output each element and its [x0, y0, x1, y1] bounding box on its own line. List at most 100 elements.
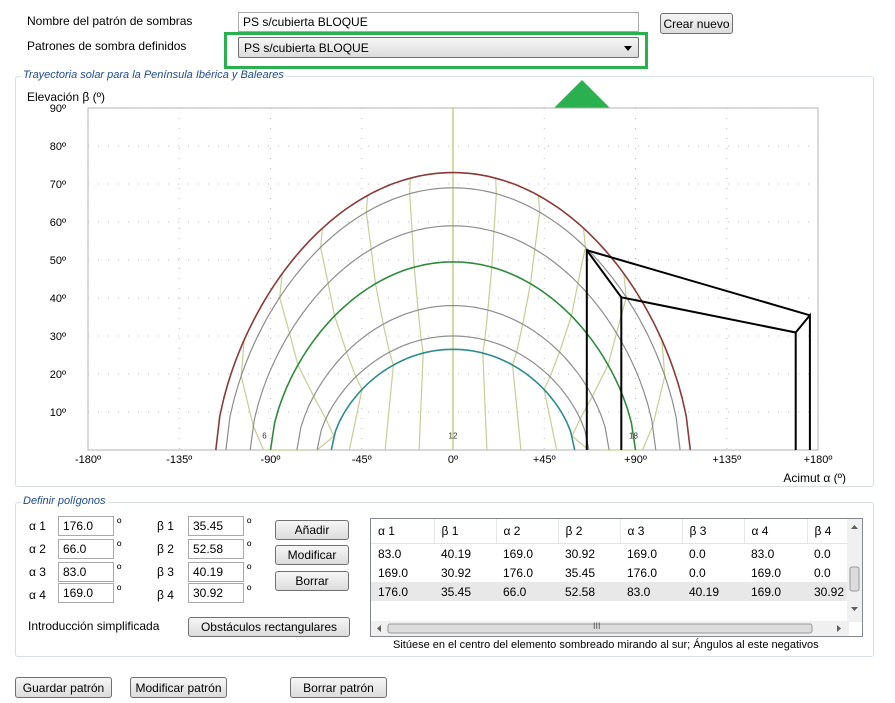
y-tick-label: 80º [50, 141, 66, 153]
alpha2-deg: º [117, 539, 122, 553]
table-cell: 40.19 [441, 546, 472, 561]
table-horizontal-scrollbar[interactable]: III [371, 621, 849, 636]
x-tick-label: +135º [712, 454, 741, 466]
beta3-input[interactable]: 40.19 [188, 562, 244, 582]
beta1-input[interactable]: 35.45 [188, 516, 244, 536]
x-tick-label: 0º [448, 454, 458, 466]
column-header[interactable]: α 2 [496, 519, 559, 544]
table-cell: 169.0 [503, 546, 534, 561]
table-cell: 40.19 [682, 582, 744, 601]
column-header[interactable]: α 1 [371, 519, 435, 544]
table-row[interactable]: 169.0 30.92 176.0 35.45 176.0 0.0 169.0 … [371, 563, 849, 582]
create-new-button[interactable]: Crear nuevo [660, 13, 733, 34]
beta4-deg: º [247, 583, 252, 597]
add-button[interactable]: Añadir [275, 520, 349, 540]
rect-obstacles-button[interactable]: Obstáculos rectangulares [188, 617, 350, 637]
y-tick-label: 50º [50, 255, 66, 267]
polygons-group-title: Definir polígonos [21, 495, 108, 507]
x-tick-label: -180º [75, 454, 101, 466]
table-cell: 176.0 [627, 565, 658, 580]
table-cell: 83.0 [751, 546, 775, 561]
save-pattern-button[interactable]: Guardar patrón [15, 677, 112, 698]
table-cell: 52.58 [558, 582, 620, 601]
beta1-label: β 1 [157, 519, 174, 533]
alpha3-input[interactable]: 83.0 [58, 562, 114, 582]
y-tick-label: 70º [50, 179, 66, 191]
column-header[interactable]: β 1 [434, 519, 497, 544]
beta2-input[interactable]: 52.58 [188, 539, 244, 559]
y-axis-label: Elevación β (º) [27, 90, 105, 104]
beta3-deg: º [247, 562, 252, 576]
hour-label: 12 [449, 432, 458, 441]
scroll-down-icon [851, 607, 858, 611]
delete-pattern-button[interactable]: Borrar patrón [290, 677, 387, 698]
scroll-thumb [849, 566, 860, 592]
modify-button[interactable]: Modificar [275, 545, 349, 565]
table-cell: 0.0 [689, 565, 706, 580]
beta4-input[interactable]: 30.92 [188, 583, 244, 603]
y-tick-label: 90º [50, 103, 66, 115]
x-tick-label: +180º [804, 454, 833, 466]
beta4-label: β 4 [157, 588, 174, 602]
orientation-note: Sitúese en el centro del elemento sombre… [393, 639, 819, 651]
y-tick-label: 10º [50, 407, 66, 419]
beta2-label: β 2 [157, 542, 174, 556]
table-row[interactable]: 83.0 40.19 169.0 30.92 169.0 0.0 83.0 0.… [371, 544, 849, 564]
beta1-deg: º [247, 516, 252, 530]
highlight-box [224, 32, 648, 69]
table-cell: 35.45 [565, 565, 596, 580]
column-header[interactable]: β 2 [558, 519, 621, 544]
x-tick-label: -90º [261, 454, 281, 466]
alpha1-input[interactable]: 176.0 [58, 516, 114, 536]
column-header[interactable]: α 4 [744, 519, 808, 544]
scroll-grip: III [593, 621, 601, 631]
table-cell: 169.0 [378, 565, 409, 580]
table-cell: 169.0 [744, 582, 807, 601]
table-cell: 0.0 [689, 546, 706, 561]
hour-label: 6 [262, 432, 267, 441]
modify-pattern-button[interactable]: Modificar patrón [130, 677, 227, 698]
polygons-table[interactable]: α 1 β 1 α 2 β 2 α 3 β 3 α 4 β 4 83.0 40.… [370, 518, 863, 637]
table-cell: 30.92 [565, 546, 596, 561]
table-cell: 0.0 [814, 546, 831, 561]
alpha1-label: α 1 [29, 519, 46, 533]
table-cell: 169.0 [751, 565, 782, 580]
delete-button[interactable]: Borrar [275, 571, 349, 591]
solar-chart: 6 12 18 10º 20º 30º 40º 50º 60º 70º 80º 90º -180º -13… [27, 90, 846, 484]
table-cell: 176.0 [371, 582, 434, 601]
table-cell: 169.0 [627, 546, 658, 561]
table-cell: 30.92 [807, 582, 849, 601]
y-tick-label: 20º [50, 369, 66, 381]
table-row-selected[interactable]: 176.0 35.45 66.0 52.58 83.0 40.19 169.0 … [371, 582, 849, 601]
pattern-name-input[interactable]: PS s/cubierta BLOQUE [238, 12, 639, 32]
table-cell: 0.0 [814, 565, 831, 580]
table-vertical-scrollbar[interactable] [847, 519, 862, 622]
table-header-row: α 1 β 1 α 2 β 2 α 3 β 3 α 4 β 4 [371, 519, 850, 544]
scroll-left-icon [377, 625, 381, 632]
y-tick-label: 30º [50, 331, 66, 343]
hour-label: 18 [629, 432, 638, 441]
alpha1-deg: º [117, 516, 122, 530]
table-cell: 83.0 [620, 582, 682, 601]
alpha4-label: α 4 [29, 588, 46, 602]
table-cell: 83.0 [378, 546, 402, 561]
x-tick-label: +90º [624, 454, 647, 466]
alpha2-label: α 2 [29, 542, 46, 556]
alpha4-input[interactable]: 169.0 [58, 583, 114, 603]
beta3-label: β 3 [157, 565, 174, 579]
alpha3-deg: º [117, 562, 122, 576]
column-header[interactable]: α 3 [620, 519, 683, 544]
alpha2-input[interactable]: 66.0 [58, 539, 114, 559]
simplified-input-label: Introducción simplificada [28, 619, 160, 633]
table-cell: 30.92 [441, 565, 472, 580]
alpha3-label: α 3 [29, 565, 46, 579]
x-tick-label: +45º [533, 454, 556, 466]
scroll-right-icon [837, 625, 841, 632]
column-header[interactable]: β 4 [807, 519, 850, 544]
column-header[interactable]: β 3 [682, 519, 745, 544]
table-cell: 176.0 [503, 565, 534, 580]
x-tick-label: -135º [166, 454, 192, 466]
beta2-deg: º [247, 539, 252, 553]
y-tick-label: 40º [50, 293, 66, 305]
scroll-up-icon [851, 525, 858, 529]
